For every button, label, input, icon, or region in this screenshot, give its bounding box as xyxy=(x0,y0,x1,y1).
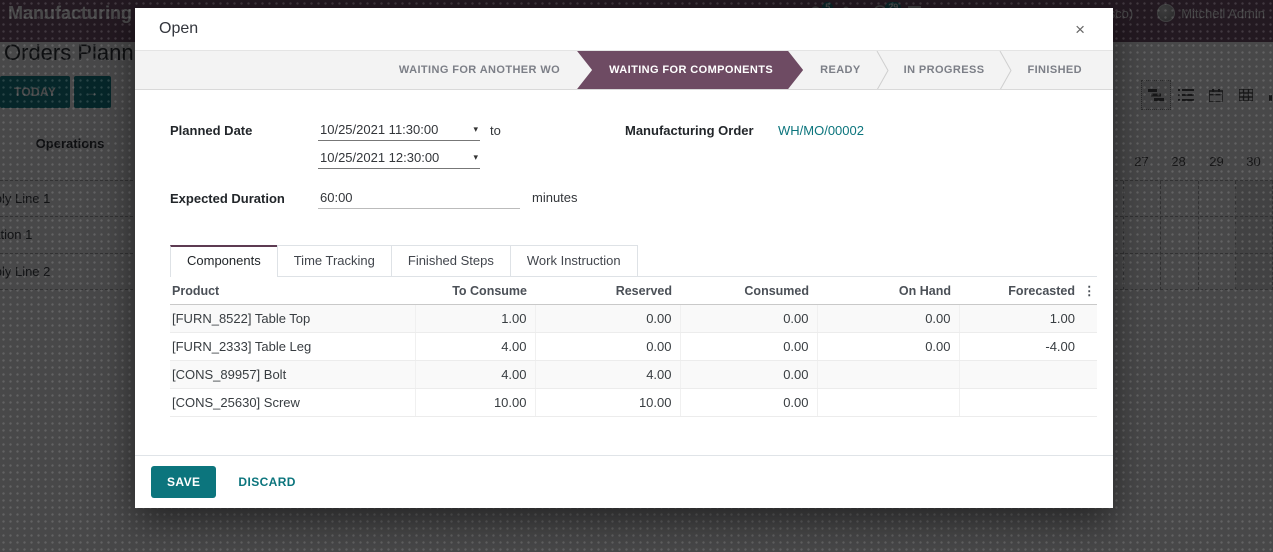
tab-finished-steps[interactable]: Finished Steps xyxy=(390,245,511,276)
col-product[interactable]: Product xyxy=(170,277,415,305)
cell-consumed: 0.00 xyxy=(679,360,817,389)
to-label: to xyxy=(490,123,501,138)
cell-on-hand: 0.00 xyxy=(816,332,959,361)
caret-down-icon: ▾ xyxy=(473,152,478,162)
close-icon[interactable]: × xyxy=(1071,19,1089,40)
expected-duration-field[interactable]: 60:00 xyxy=(318,188,520,209)
manufacturing-order-link[interactable]: WH/MO/00002 xyxy=(778,120,864,221)
tab-components[interactable]: Components xyxy=(170,245,278,277)
cell-on-hand xyxy=(816,360,959,389)
cell-consumed: 0.00 xyxy=(679,332,817,361)
cell-product: [CONS_25630] Screw xyxy=(170,388,415,417)
cell-to-consume: 1.00 xyxy=(414,304,535,333)
table-row[interactable]: [FURN_8522] Table Top 1.00 0.00 0.00 0.0… xyxy=(170,304,1097,333)
cell-on-hand xyxy=(816,388,959,417)
planned-date-label: Planned Date xyxy=(170,123,253,138)
planned-date-to-field[interactable]: 10/25/2021 12:30:00 ▾ xyxy=(318,148,480,169)
manufacturing-order-label: Manufacturing Order xyxy=(625,123,754,138)
planned-date-row: Planned Date 10/25/2021 11:30:00 ▾ to 10… xyxy=(170,120,625,176)
tab-work-instruction[interactable]: Work Instruction xyxy=(509,245,638,276)
stage-ready[interactable]: READY xyxy=(805,51,876,89)
cell-consumed: 0.00 xyxy=(679,304,817,333)
table-row[interactable]: [CONS_25630] Screw 10.00 10.00 0.00 xyxy=(170,388,1097,417)
stage-separator-icon xyxy=(999,51,1013,89)
manufacturing-order-row: Manufacturing Order WH/MO/00002 xyxy=(625,120,864,221)
col-on-hand[interactable]: On Hand xyxy=(817,277,959,305)
cell-forecasted: 1.00 xyxy=(958,304,1083,333)
col-reserved[interactable]: Reserved xyxy=(535,277,680,305)
minutes-label: minutes xyxy=(532,190,578,205)
col-consumed[interactable]: Consumed xyxy=(680,277,817,305)
stage-finished[interactable]: FINISHED xyxy=(1012,51,1097,89)
optional-columns-icon[interactable]: ⋮ xyxy=(1083,277,1097,305)
cell-product: [FURN_8522] Table Top xyxy=(170,304,415,333)
col-forecasted[interactable]: Forecasted xyxy=(959,277,1083,305)
table-row[interactable]: [FURN_2333] Table Leg 4.00 0.00 0.00 0.0… xyxy=(170,332,1097,361)
expected-duration-row: Expected Duration 60:00 minutes xyxy=(170,188,625,209)
col-to-consume[interactable]: To Consume xyxy=(415,277,535,305)
save-button[interactable]: SAVE xyxy=(151,466,217,498)
table-row[interactable]: [CONS_89957] Bolt 4.00 4.00 0.00 xyxy=(170,360,1097,389)
stage-waiting-for-another-wo[interactable]: WAITING FOR ANOTHER WO xyxy=(384,51,575,89)
dialog-body: Planned Date 10/25/2021 11:30:00 ▾ to 10… xyxy=(135,90,1113,455)
cell-to-consume: 4.00 xyxy=(414,332,535,361)
cell-on-hand: 0.00 xyxy=(816,304,959,333)
work-order-dialog: Open × WAITING FOR ANOTHER WO WAITING FO… xyxy=(135,8,1113,508)
caret-down-icon: ▾ xyxy=(473,124,478,134)
dialog-footer: SAVE DISCARD xyxy=(135,455,1113,508)
screen: Manufacturing Overview Operations Planni… xyxy=(0,0,1273,552)
cell-consumed: 0.00 xyxy=(679,388,817,417)
stage-waiting-for-components[interactable]: WAITING FOR COMPONENTS xyxy=(577,51,803,89)
stage-in-progress[interactable]: IN PROGRESS xyxy=(889,51,1000,89)
table-header-row: Product To Consume Reserved Consumed On … xyxy=(170,277,1097,305)
cell-forecasted xyxy=(958,388,1083,417)
notebook-tabs: Components Time Tracking Finished Steps … xyxy=(170,245,1097,277)
cell-product: [FURN_2333] Table Leg xyxy=(170,332,415,361)
planned-date-from-field[interactable]: 10/25/2021 11:30:00 ▾ xyxy=(318,120,480,141)
cell-to-consume: 10.00 xyxy=(414,388,535,417)
form-grid: Planned Date 10/25/2021 11:30:00 ▾ to 10… xyxy=(170,120,1097,221)
stage-separator-icon xyxy=(876,51,889,89)
cell-forecasted xyxy=(958,360,1083,389)
expected-duration-label: Expected Duration xyxy=(170,191,285,206)
cell-reserved: 0.00 xyxy=(534,304,680,333)
cell-reserved: 10.00 xyxy=(534,388,680,417)
cell-to-consume: 4.00 xyxy=(414,360,535,389)
dialog-header: Open × xyxy=(135,8,1113,51)
statusbar: WAITING FOR ANOTHER WO WAITING FOR COMPO… xyxy=(135,51,1113,90)
dialog-title: Open xyxy=(159,20,199,37)
cell-forecasted: -4.00 xyxy=(958,332,1083,361)
cell-reserved: 0.00 xyxy=(534,332,680,361)
discard-button[interactable]: DISCARD xyxy=(238,475,295,489)
cell-reserved: 4.00 xyxy=(534,360,680,389)
cell-product: [CONS_89957] Bolt xyxy=(170,360,415,389)
tab-time-tracking[interactable]: Time Tracking xyxy=(276,245,392,276)
components-table: Product To Consume Reserved Consumed On … xyxy=(170,277,1097,417)
